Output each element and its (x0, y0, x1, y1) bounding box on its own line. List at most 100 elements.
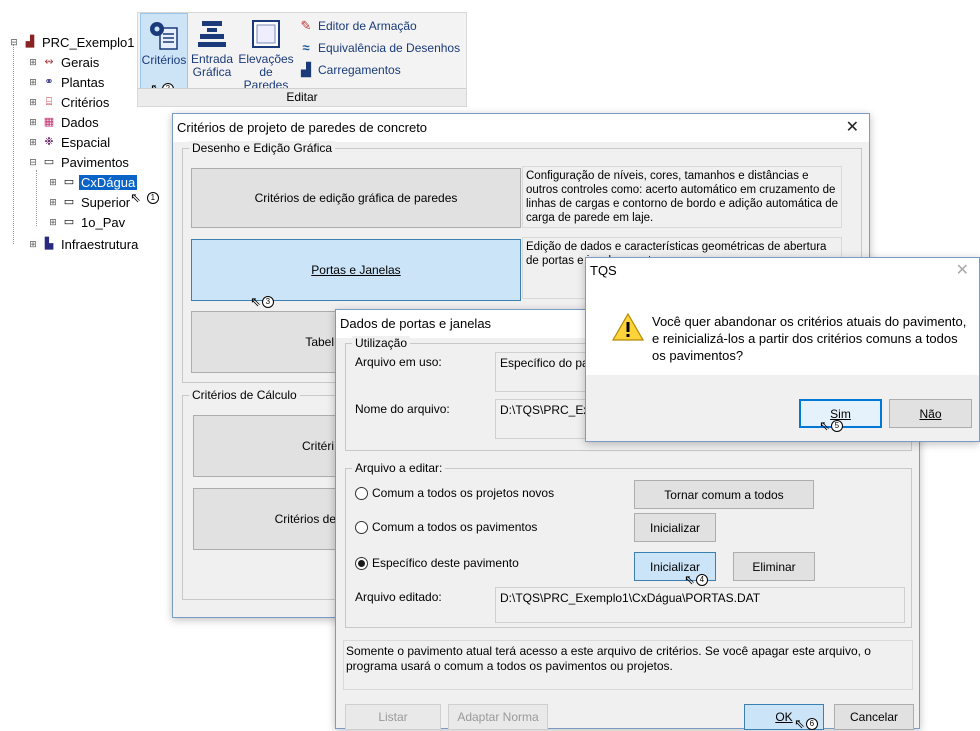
expand-icon[interactable]: ⊞ (27, 239, 39, 250)
entrada-grafica-button[interactable]: Entrada Gráfica (190, 13, 234, 93)
callout-number: 6 (805, 718, 818, 730)
tree-item-label: Superior (81, 194, 131, 210)
nome-arquivo-label: Nome do arquivo: (355, 402, 450, 416)
expand-icon[interactable]: ⊞ (47, 177, 59, 188)
arquivo-editado-label: Arquivo editado: (355, 590, 442, 604)
expand-icon[interactable]: ⊞ (47, 217, 59, 228)
tree-item-label: Gerais (61, 54, 100, 70)
radio-circle[interactable] (355, 520, 368, 534)
infraestrutura-icon: ▙ (44, 238, 54, 250)
loads-icon: ▟ (301, 62, 311, 77)
tree-item-label: Infraestrutura (61, 236, 139, 252)
close-icon[interactable]: ✕ (846, 114, 859, 142)
equivalencia-button[interactable]: ≈ Equivalência de Desenhos (298, 40, 461, 56)
radio-especifico[interactable]: Específico deste pavimento (355, 556, 519, 570)
arquivo-uso-label: Arquivo em uso: (355, 355, 442, 369)
expand-icon[interactable]: ⊞ (27, 117, 39, 128)
warning-icon (611, 312, 645, 345)
dados-icon: ▦ (43, 116, 55, 128)
eliminar-button[interactable]: Eliminar (733, 552, 815, 581)
arquivo-uso-text: Específico do pa (500, 356, 589, 370)
cancelar-button[interactable]: Cancelar (834, 704, 914, 730)
entrada-label-2: Gráfica (192, 65, 232, 79)
stacked-slabs-icon (195, 17, 229, 51)
callout-number: 5 (830, 420, 843, 432)
group-editar-legend: Arquivo a editar: (352, 461, 446, 475)
tree-item-1o-pav[interactable]: ⊞ ▭ 1o_Pav (47, 212, 127, 232)
tree-item-label: Dados (61, 114, 99, 130)
tree-item-infraestrutura[interactable]: ⊞ ▙ Infraestrutura (27, 234, 140, 254)
collapse-icon[interactable]: ⊟ (27, 157, 39, 168)
tree-item-cxdagua[interactable]: ⊞ ▭ CxDágua (47, 172, 138, 192)
tree-item-criterios[interactable]: ⊞ ⌸ Critérios (27, 92, 111, 112)
nao-button[interactable]: Não (889, 399, 972, 428)
adaptar-norma-button[interactable]: Adaptar Norma (448, 704, 548, 730)
arquivo-editado-text: D:\TQS\PRC_Exemplo1\CxDágua\PORTAS.DAT (500, 591, 761, 605)
elevacoes-button[interactable]: Elevações de Paredes (236, 13, 296, 93)
portas-dialog-title: Dados de portas e janelas (340, 316, 492, 331)
expand-icon[interactable]: ⊞ (47, 197, 59, 208)
cursor-icon: ⇖ (130, 190, 141, 205)
tree-item-label: Pavimentos (61, 154, 129, 170)
tree-item-pavimentos[interactable]: ⊟ ▭ Pavimentos (27, 152, 131, 172)
expand-icon[interactable]: ⊞ (27, 57, 39, 68)
listar-label: Listar (378, 710, 408, 724)
carregamentos-button[interactable]: ▟ Carregamentos (298, 62, 401, 78)
equivalencia-label: Equivalência de Desenhos (318, 41, 461, 55)
inicializar-button-1[interactable]: Inicializar (634, 513, 716, 542)
tree-root[interactable]: ⊟ ▟ PRC_Exemplo1 (8, 32, 137, 52)
group-calculo-legend: Critérios de Cálculo (189, 388, 300, 402)
floor-icon: ▭ (63, 176, 75, 188)
callout-4: ⇖ 4 (684, 573, 708, 586)
tornar-comum-button[interactable]: Tornar comum a todos (634, 480, 814, 509)
tree-item-gerais[interactable]: ⊞ ↭ Gerais (27, 52, 101, 72)
callout-3: ⇖ 3 (250, 294, 274, 309)
radio-pavimentos[interactable]: Comum a todos os pavimentos (355, 520, 537, 534)
ok-label: OK (775, 710, 793, 724)
editor-armacao-button[interactable]: ✎ Editor de Armação (298, 18, 417, 34)
tqs-confirm-dialog: TQS ✕ Você quer abandonar os critérios a… (585, 257, 980, 442)
rebar-editor-icon: ✎ (300, 18, 312, 33)
nao-label: Não (919, 406, 942, 421)
tree-item-espacial[interactable]: ⊞ ❉ Espacial (27, 132, 112, 152)
info-text: Somente o pavimento atual terá acesso a … (346, 644, 871, 673)
carregamentos-label: Carregamentos (318, 63, 401, 77)
expand-icon[interactable]: ⊞ (27, 77, 39, 88)
tree-root-label: PRC_Exemplo1 (42, 34, 135, 50)
tree-item-dados[interactable]: ⊞ ▦ Dados (27, 112, 101, 132)
radio-especifico-label: Específico deste pavimento (372, 556, 519, 570)
tree-item-label: Critérios (61, 94, 110, 110)
radio-circle-selected[interactable] (355, 556, 368, 570)
criteria-dialog-titlebar: Critérios de projeto de paredes de concr… (173, 114, 869, 142)
editor-armacao-label: Editor de Armação (318, 19, 417, 33)
portas-janelas-button[interactable]: Portas e Janelas (191, 239, 521, 301)
tabela-label: Tabel (305, 335, 334, 349)
radio-circle[interactable] (355, 486, 368, 500)
plantas-icon: ⚭ (44, 76, 54, 88)
cancelar-label: Cancelar (849, 710, 899, 724)
expand-icon[interactable]: ⊞ (27, 97, 39, 108)
radio-projetos-novos[interactable]: Comum a todos os projetos novos (355, 486, 554, 500)
ribbon-editar: Critérios Entrada Gráfica Elevações de P… (137, 12, 467, 107)
callout-6: ⇖ 6 (794, 717, 818, 730)
callout-number: 4 (695, 574, 708, 586)
calculo-label-1: Critéri (302, 439, 334, 453)
tree-item-superior[interactable]: ⊞ ▭ Superior (47, 192, 132, 212)
expand-icon[interactable]: ⊞ (27, 137, 39, 148)
cursor-icon: ⇖ (250, 294, 261, 309)
info-box: Somente o pavimento atual terá acesso a … (343, 640, 913, 690)
criterios-ribbon-label: Critérios (141, 53, 187, 67)
gear-document-icon (147, 18, 181, 52)
floor-icon: ▭ (63, 216, 75, 228)
edicao-grafica-button[interactable]: Critérios de edição gráfica de paredes (191, 168, 521, 228)
callout-number: 3 (261, 296, 274, 308)
approx-equal-icon: ≈ (302, 40, 310, 55)
criteria-dialog-title: Critérios de projeto de paredes de concr… (177, 120, 428, 135)
cursor-icon: ⇖ (819, 418, 830, 433)
close-icon[interactable]: ✕ (956, 258, 969, 284)
collapse-icon[interactable]: ⊟ (8, 37, 20, 48)
pavimentos-icon: ▭ (43, 156, 55, 168)
listar-button[interactable]: Listar (345, 704, 441, 730)
tree-item-plantas[interactable]: ⊞ ⚭ Plantas (27, 72, 106, 92)
criterios-ribbon-button[interactable]: Critérios (140, 13, 188, 93)
